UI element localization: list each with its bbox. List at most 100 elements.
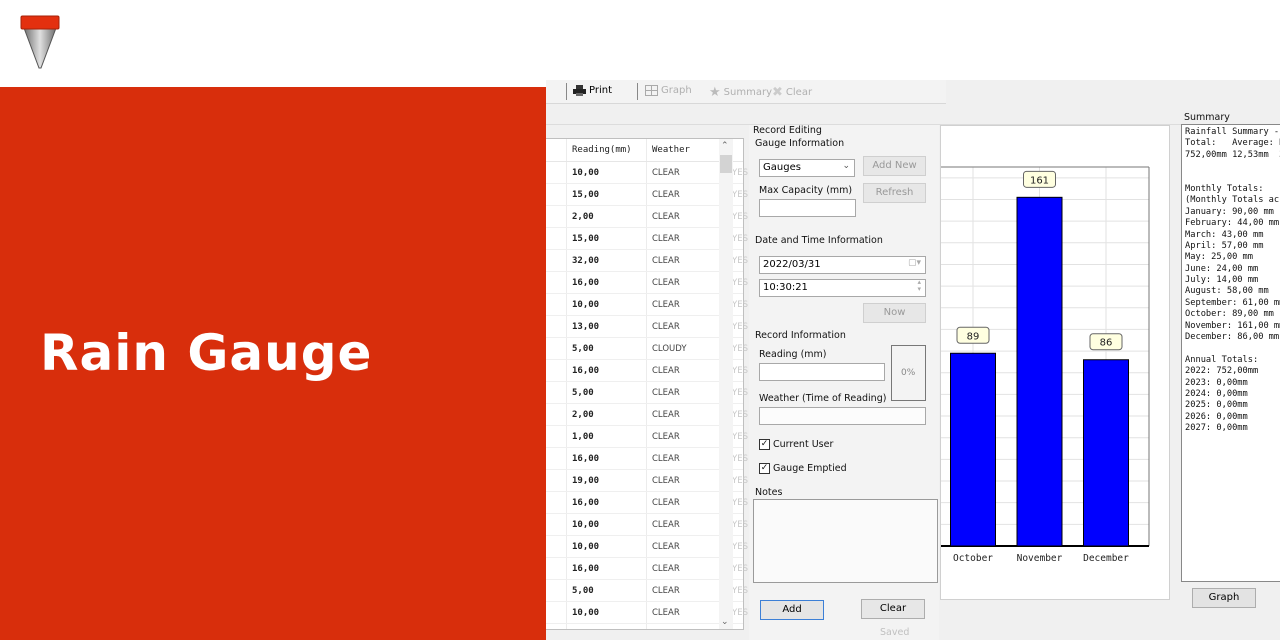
print-button[interactable]: Print — [573, 85, 612, 96]
clear-button[interactable]: Clear — [861, 599, 925, 619]
summary-line: July: 14,00 mm — [1185, 275, 1259, 286]
app-window: Print Graph ★ Summary ✖ Clear Reading(mm… — [546, 80, 1280, 640]
summary-line — [1185, 343, 1280, 354]
graph-toolbar-button[interactable]: Graph — [645, 85, 692, 96]
summary-line: June: 24,00 mm — [1185, 263, 1259, 274]
reading-cell: 13,00 — [572, 322, 600, 332]
table-row[interactable]: 10,00 CLEAR YES — [546, 514, 748, 536]
gauge-fill-indicator: 0% — [891, 345, 926, 401]
summary-panel: Summary Rainfall Summary - Total: Averag… — [1176, 108, 1280, 613]
add-button[interactable]: Add — [760, 600, 824, 620]
reading-cell: 2,00 — [572, 212, 594, 222]
bar-november — [1016, 196, 1063, 547]
reading-cell: 15,00 — [572, 234, 600, 244]
x-icon: ✖ — [772, 85, 783, 100]
table-row[interactable]: 5,00 CLEAR YES — [546, 382, 748, 404]
notes-textarea[interactable] — [753, 499, 938, 583]
chart-panel: 58August61September89October161November8… — [940, 125, 1170, 600]
chevron-down-icon: ⌄ — [842, 161, 850, 171]
summary-line: April: 57,00 mm — [1185, 240, 1264, 251]
gauge-information-label: Gauge Information — [755, 138, 845, 149]
table-row[interactable]: 16,00 CLEAR YES — [546, 448, 748, 470]
current-user-label: Current User — [773, 439, 834, 450]
emptied-cell: YES — [732, 454, 748, 464]
notes-label: Notes — [755, 487, 783, 498]
summary-line: 2025: 0,00mm — [1185, 400, 1248, 411]
table-row[interactable]: 16,00 CLEAR YES — [546, 558, 748, 580]
table-row[interactable]: 2,00 CLEAR YES — [546, 404, 748, 426]
table-row[interactable]: 10,00 CLEAR YES — [546, 536, 748, 558]
table-row[interactable]: 16,00 CLEAR YES — [546, 360, 748, 382]
weather-cell: CLEAR — [652, 256, 680, 266]
column-header-reading[interactable]: Reading(mm) — [572, 145, 632, 155]
scroll-down-icon[interactable]: ⌄ — [721, 617, 729, 627]
emptied-cell: YES — [732, 212, 748, 222]
rainfall-bar-chart: 58August61September89October161November8… — [941, 166, 1150, 564]
emptied-cell: YES — [732, 520, 748, 530]
weather-cell: CLEAR — [652, 432, 680, 442]
table-row[interactable]: 1,00 CLEAR YES — [546, 426, 748, 448]
weather-cell: CLEAR — [652, 300, 680, 310]
reading-input[interactable] — [759, 363, 885, 381]
gauge-emptied-checkbox[interactable]: ✓ Gauge Emptied — [759, 463, 847, 474]
gauge-select[interactable]: Gauges ⌄ — [759, 159, 855, 177]
date-picker[interactable]: 2022/03/31 ▢▾ — [759, 256, 926, 274]
column-header-weather[interactable]: Weather — [652, 145, 690, 155]
graph-button[interactable]: Graph — [1192, 588, 1256, 608]
emptied-cell: YES — [732, 278, 748, 288]
table-row[interactable]: 16,00 CLEAR YES — [546, 272, 748, 294]
gauge-select-value: Gauges — [763, 162, 801, 173]
table-row[interactable]: 32,00 CLEAR YES — [546, 250, 748, 272]
data-label: 161 — [1030, 175, 1049, 186]
scroll-up-icon[interactable]: ⌃ — [721, 141, 729, 151]
weather-cell: CLEAR — [652, 564, 680, 574]
data-label: 86 — [1100, 338, 1113, 349]
scrollbar-thumb[interactable] — [720, 155, 732, 173]
current-user-checkbox[interactable]: ✓ Current User — [759, 439, 833, 450]
clear-toolbar-button[interactable]: ✖ Clear — [772, 85, 812, 100]
table-row[interactable]: 16,00 CLEAR YES — [546, 492, 748, 514]
weather-cell: CLEAR — [652, 278, 680, 288]
max-capacity-input[interactable] — [759, 199, 856, 217]
time-input[interactable]: 10:30:21 ▴ ▾ — [759, 279, 926, 297]
reading-cell: 5,00 — [572, 388, 594, 398]
emptied-cell: YES — [732, 190, 748, 200]
weather-cell: CLEAR — [652, 586, 680, 596]
summary-line: Total: Average: D — [1185, 138, 1280, 149]
emptied-cell: YES — [732, 322, 748, 332]
table-row[interactable]: 10,00 CLEAR YES — [546, 294, 748, 316]
calendar-icon[interactable]: ▢▾ — [908, 258, 921, 268]
emptied-cell: YES — [732, 608, 748, 618]
table-body: 10,00 CLEAR YES 15,00 CLEAR YES 2,00 CLEAR YES 15… — [546, 162, 748, 624]
star-icon: ★ — [709, 85, 721, 100]
table-row[interactable]: 15,00 CLEAR YES — [546, 184, 748, 206]
refresh-button[interactable]: Refresh — [863, 183, 926, 203]
clear-label: Clear — [785, 87, 813, 98]
table-row[interactable]: 2,00 CLEAR YES — [546, 206, 748, 228]
max-capacity-label: Max Capacity (mm) — [759, 185, 853, 196]
checkmark-icon: ✓ — [759, 439, 770, 450]
table-row[interactable]: 15,00 CLEAR YES — [546, 228, 748, 250]
weather-input[interactable] — [759, 407, 926, 425]
summary-line — [1185, 161, 1280, 172]
table-header: Reading(mm) Weather — [546, 139, 743, 162]
add-new-button[interactable]: Add New — [863, 156, 926, 176]
time-value: 10:30:21 — [763, 282, 808, 293]
now-button[interactable]: Now — [863, 303, 926, 323]
spinner-icon[interactable]: ▴ ▾ — [917, 279, 921, 293]
table-row[interactable]: 5,00 CLOUDY YES — [546, 338, 748, 360]
table-row[interactable]: 19,00 CLEAR YES — [546, 470, 748, 492]
weather-cell: CLEAR — [652, 608, 680, 618]
summary-toolbar-button[interactable]: ★ Summary — [709, 85, 772, 100]
table-scrollbar[interactable]: ⌃ ⌄ — [719, 139, 733, 629]
summary-title: Summary — [1184, 112, 1230, 123]
bar-october — [950, 352, 996, 547]
summary-line: March: 43,00 mm — [1185, 229, 1264, 240]
weather-cell: CLEAR — [652, 542, 680, 552]
table-row[interactable]: 13,00 CLEAR YES — [546, 316, 748, 338]
table-row[interactable]: 10,00 CLEAR YES — [546, 162, 748, 184]
table-row[interactable]: 5,00 CLEAR YES — [546, 580, 748, 602]
summary-line: 2023: 0,00mm — [1185, 377, 1248, 388]
table-row[interactable]: 10,00 CLEAR YES — [546, 602, 748, 624]
record-editing-panel: Record Editing Gauge Information Gauges … — [749, 125, 939, 640]
